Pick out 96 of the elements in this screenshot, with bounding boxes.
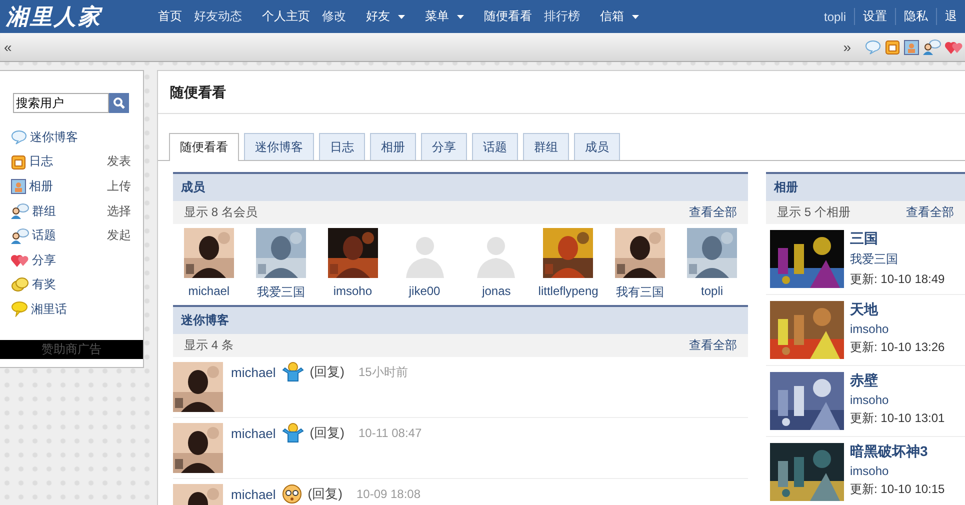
nav-link[interactable]: 个人主页 xyxy=(262,8,310,25)
page-title: 随便看看 xyxy=(158,71,965,114)
tab[interactable]: 分享 xyxy=(421,133,467,160)
coins-icon xyxy=(11,277,29,292)
member-count: 显示 8 名会员 xyxy=(184,204,258,221)
hearts-icon xyxy=(945,40,963,54)
sidebar-action-link[interactable]: 发表 xyxy=(107,153,131,170)
sidebar-link[interactable]: 相册 xyxy=(29,178,53,195)
users-chat-icon xyxy=(11,228,29,244)
tab[interactable]: 随便看看 xyxy=(169,133,239,161)
member-name[interactable]: 我爱三国 xyxy=(256,284,305,301)
users-chat-icon xyxy=(923,39,941,55)
album-updated: 更新: 10-10 13:26 xyxy=(850,339,945,356)
post-time: 10-09 18:08 xyxy=(356,487,421,501)
user-link[interactable]: 隐私 xyxy=(895,8,936,25)
sidebar-link[interactable]: 分享 xyxy=(32,252,56,269)
collapse-button[interactable]: « xyxy=(4,39,12,55)
album-updated: 更新: 10-10 18:49 xyxy=(850,271,945,288)
album-owner[interactable]: imsoho xyxy=(850,464,945,478)
notepad-icon xyxy=(11,154,26,170)
reply-link[interactable]: (回复) xyxy=(310,363,344,381)
nav-link[interactable]: 修改 xyxy=(322,8,346,25)
member-name[interactable]: littleflypeng xyxy=(538,284,598,298)
post-time: 10-11 08:47 xyxy=(358,426,422,440)
search-field[interactable]: 搜索用户 xyxy=(13,93,109,113)
album-updated: 更新: 10-10 13:01 xyxy=(850,410,945,427)
nav-link[interactable]: 信箱 xyxy=(600,8,639,25)
site-logo[interactable]: 湘里人家 xyxy=(0,2,158,32)
member-name[interactable]: topli xyxy=(701,284,724,298)
sidebar-action-link[interactable]: 发起 xyxy=(107,227,131,244)
section-header: 成员 xyxy=(173,172,748,201)
caret-icon xyxy=(632,14,639,18)
member-name[interactable]: jonas xyxy=(482,284,511,298)
member-name[interactable]: 我有三国 xyxy=(616,284,664,301)
view-all-link[interactable]: 查看全部 xyxy=(906,204,954,221)
nav-link[interactable]: 排行榜 xyxy=(544,8,580,25)
tab[interactable]: 群组 xyxy=(523,133,569,160)
section-header: 相册 xyxy=(766,172,965,201)
member-name[interactable]: michael xyxy=(188,284,230,298)
tab[interactable]: 日志 xyxy=(319,133,365,160)
author-link[interactable]: michael xyxy=(231,426,276,440)
waving-figure-icon xyxy=(282,362,304,382)
photo-frame-icon xyxy=(904,40,919,54)
album-owner[interactable]: 我爱三国 xyxy=(850,251,945,268)
photo-frame-icon xyxy=(11,178,26,194)
nav-link[interactable]: 好友动态 xyxy=(194,8,242,25)
view-all-link[interactable]: 查看全部 xyxy=(689,337,737,354)
user-link[interactable]: 退 xyxy=(936,8,965,25)
album-title[interactable]: 天地 xyxy=(850,301,945,319)
speech-bubble-icon xyxy=(865,40,881,54)
post-count: 显示 4 条 xyxy=(184,337,234,354)
author-link[interactable]: michael xyxy=(231,364,276,380)
sidebar-link[interactable]: 迷你博客 xyxy=(30,128,78,146)
sidebar-link[interactable]: 日志 xyxy=(29,153,53,170)
album-count: 显示 5 个相册 xyxy=(777,204,850,221)
search-button[interactable] xyxy=(109,93,129,113)
notepad-icon xyxy=(885,39,900,55)
sidebar-link[interactable]: 话题 xyxy=(32,227,56,244)
sidebar-action-link[interactable]: 上传 xyxy=(107,178,131,195)
waving-figure-icon xyxy=(282,423,304,443)
post-time: 15小时前 xyxy=(358,364,408,380)
nav-link[interactable]: 好友 xyxy=(366,8,405,25)
album-updated: 更新: 10-10 10:15 xyxy=(850,481,945,498)
album-title[interactable]: 三国 xyxy=(850,230,945,248)
user-link[interactable]: 设置 xyxy=(854,8,895,25)
section-header: 迷你博客 xyxy=(173,305,748,334)
caret-icon xyxy=(398,14,405,18)
speech-bubble-icon xyxy=(11,130,27,145)
reply-link[interactable]: (回复) xyxy=(310,424,344,442)
sidebar-action-link[interactable]: 选择 xyxy=(107,202,131,220)
sidebar-link[interactable]: 有奖 xyxy=(32,276,56,294)
nav-link[interactable]: 随便看看 xyxy=(484,8,532,25)
tab[interactable]: 话题 xyxy=(472,133,518,160)
caret-icon xyxy=(457,14,464,18)
nav-link[interactable]: 菜单 xyxy=(425,8,464,25)
tab[interactable]: 成员 xyxy=(574,133,620,160)
album-title[interactable]: 赤壁 xyxy=(850,372,945,390)
sidebar-link[interactable]: 湘里话 xyxy=(31,300,67,318)
sidebar-link[interactable]: 群组 xyxy=(32,202,56,220)
view-all-link[interactable]: 查看全部 xyxy=(689,204,737,221)
reply-link[interactable]: (回复) xyxy=(308,485,342,503)
expand-button[interactable]: » xyxy=(843,39,851,55)
user-link[interactable]: topli xyxy=(816,10,854,24)
member-name[interactable]: jike00 xyxy=(408,284,440,298)
member-name[interactable]: imsoho xyxy=(333,284,372,298)
hearts-icon xyxy=(11,252,29,268)
speech-bubble-icon xyxy=(11,301,28,318)
album-owner[interactable]: imsoho xyxy=(850,393,945,407)
users-chat-icon xyxy=(11,203,29,220)
search-icon xyxy=(113,97,125,109)
author-link[interactable]: michael xyxy=(231,486,276,502)
album-title[interactable]: 暗黑破坏神3 xyxy=(850,443,945,461)
album-owner[interactable]: imsoho xyxy=(850,322,945,336)
nav-link[interactable]: 首页 xyxy=(158,8,182,25)
tab[interactable]: 相册 xyxy=(370,133,416,160)
tab[interactable]: 迷你博客 xyxy=(244,133,314,160)
